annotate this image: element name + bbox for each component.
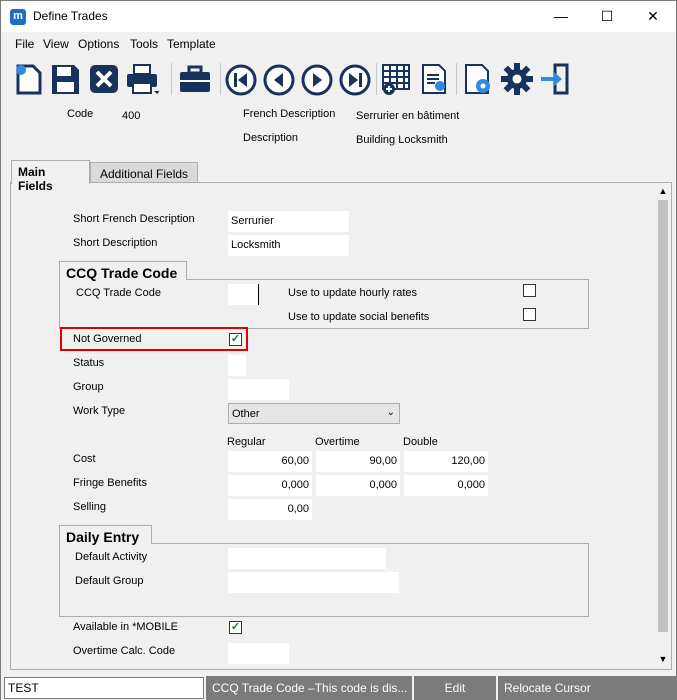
chevron-down-icon: ⌄ [386,407,395,418]
available-in-mobile-label: Available in *MOBILE [73,621,178,633]
default-activity-label: Default Activity [75,551,148,563]
status-label: Status [73,357,105,369]
title-bar: m Define Trades — ☐ ✕ [1,1,676,32]
toolbar [1,59,676,99]
main-fields-panel: Short French Description Serrurier Short… [10,182,672,670]
toolbar-separator [220,63,221,95]
cost-overtime-field[interactable]: 90,00 [316,451,400,472]
available-in-mobile-checkbox[interactable]: ✓ [229,621,242,634]
command-input[interactable]: TEST [4,677,204,699]
default-group-label: Default Group [75,575,144,587]
code-value: 400 [122,110,141,122]
work-type-select[interactable]: Other ⌄ [228,403,400,424]
tab-additional-fields[interactable]: Additional Fields [90,162,198,184]
overtime-column-header: Overtime [315,436,360,448]
tab-main-fields[interactable]: Main Fields [11,160,90,193]
menu-file[interactable]: File [15,37,34,51]
update-hourly-rates-checkbox[interactable] [523,284,536,297]
menu-tools[interactable]: Tools [130,37,158,51]
fringe-benefits-label: Fringe Benefits [73,477,147,489]
fringe-regular-field[interactable]: 0,000 [228,475,312,496]
cost-label: Cost [73,453,96,465]
window-title: Define Trades [33,9,108,23]
work-type-label: Work Type [73,405,126,417]
overtime-calc-code-field[interactable] [228,643,289,664]
regular-column-header: Regular [227,436,266,448]
status-action[interactable]: Relocate Cursor [498,676,676,700]
status-field[interactable] [228,355,246,376]
status-mode: Edit [414,676,496,700]
previous-record-icon[interactable] [262,61,296,97]
selling-regular-field[interactable]: 0,00 [228,499,312,520]
next-record-icon[interactable] [300,61,334,97]
fringe-double-field[interactable]: 0,000 [404,475,488,496]
daily-entry-group-title: Daily Entry [59,525,152,545]
update-social-benefits-checkbox[interactable] [523,308,536,321]
scroll-down-icon[interactable]: ▼ [655,651,671,667]
not-governed-label: Not Governed [73,333,142,345]
define-trades-window: m Define Trades — ☐ ✕ File View Options … [0,0,677,700]
exit-icon[interactable] [538,61,572,97]
status-bar: TEST CCQ Trade Code –This code is dis...… [1,675,676,700]
toolbar-separator [376,63,377,95]
description-label: Description [243,132,299,144]
description-value: Building Locksmith [356,134,448,146]
new-record-icon[interactable] [12,61,46,97]
document-settings-icon[interactable] [461,61,495,97]
update-social-benefits-label: Use to update social benefits [288,311,430,323]
short-description-label: Short Description [73,237,158,249]
ccq-trade-code-label: CCQ Trade Code [76,287,161,299]
fringe-overtime-field[interactable]: 0,000 [316,475,400,496]
menu-view[interactable]: View [43,37,69,51]
menu-options[interactable]: Options [78,37,119,51]
settings-gear-icon[interactable] [500,61,534,97]
default-activity-field[interactable] [228,548,386,569]
group-label: Group [73,381,104,393]
report-icon[interactable] [418,61,452,97]
short-description-field[interactable]: Locksmith [228,235,349,256]
status-message: CCQ Trade Code –This code is dis... [206,676,412,700]
update-hourly-rates-label: Use to update hourly rates [288,287,418,299]
minimize-icon[interactable]: — [538,1,584,32]
ccq-trade-code-group-title: CCQ Trade Code [59,261,187,281]
grid-add-icon[interactable] [380,61,414,97]
last-record-icon[interactable] [338,61,372,97]
cost-double-field[interactable]: 120,00 [404,451,488,472]
french-description-value: Serrurier en bâtiment [356,110,460,122]
cost-regular-field[interactable]: 60,00 [228,451,312,472]
first-record-icon[interactable] [224,61,258,97]
selling-label: Selling [73,501,107,513]
overtime-calc-code-label: Overtime Calc. Code [73,645,176,657]
app-logo-icon: m [10,9,26,25]
double-column-header: Double [403,436,438,448]
toolbar-separator [456,63,457,95]
close-window-icon[interactable]: ✕ [630,1,676,32]
print-icon[interactable] [125,61,160,97]
delete-icon[interactable] [87,61,121,97]
short-french-description-label: Short French Description [73,213,195,225]
default-group-field[interactable] [228,572,399,593]
scrollbar-thumb[interactable] [658,200,668,632]
vertical-scrollbar[interactable]: ▲ ▼ [655,183,671,669]
menu-template[interactable]: Template [167,37,216,51]
not-governed-checkbox[interactable]: ✓ [229,333,242,346]
short-french-description-field[interactable]: Serrurier [228,211,349,232]
toolbar-separator [171,63,172,95]
briefcase-icon[interactable] [178,61,212,97]
code-label: Code [67,108,94,120]
save-icon[interactable] [48,61,82,97]
group-field[interactable] [228,379,289,400]
work-type-value: Other [232,408,260,420]
french-description-label: French Description [243,108,336,120]
maximize-icon[interactable]: ☐ [584,1,630,32]
ccq-trade-code-field[interactable] [228,284,259,305]
scroll-up-icon[interactable]: ▲ [655,183,671,199]
